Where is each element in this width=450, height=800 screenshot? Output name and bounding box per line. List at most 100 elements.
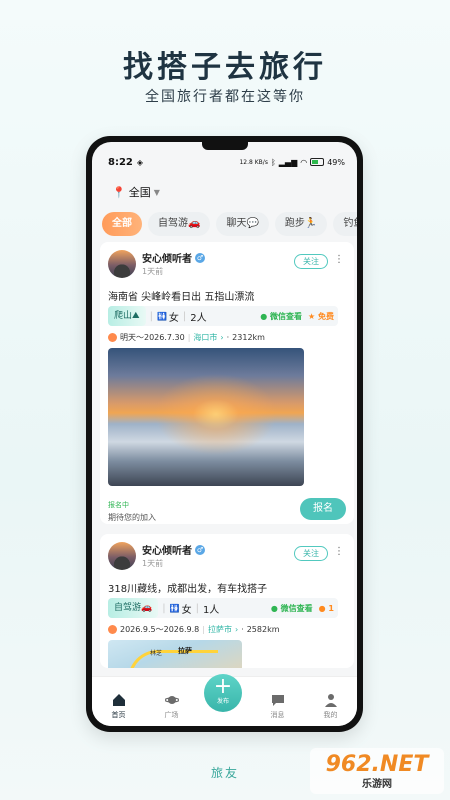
gender-requirement: 女: [181, 604, 192, 616]
post-info-bar: 自驾游🚗 | 🚻 女 | 1人 ● 微信查看 ● 1: [108, 598, 338, 618]
fee-badge: ● 1: [318, 603, 334, 613]
male-icon: ♂: [195, 252, 205, 263]
user-icon: [324, 694, 337, 707]
battery-percent: 49%: [327, 157, 345, 167]
location-label: 全国: [128, 186, 151, 199]
clock-icon: [108, 625, 117, 634]
post-photo[interactable]: [108, 348, 304, 486]
avatar[interactable]: [108, 542, 136, 570]
enroll-status: 报名中: [108, 501, 129, 509]
location-selector[interactable]: 📍 全国 ▼: [112, 184, 160, 200]
publish-button[interactable]: + 发布: [204, 674, 242, 712]
more-options-icon[interactable]: ⋮: [334, 254, 344, 265]
nav-profile[interactable]: 我的: [311, 693, 351, 720]
promo-subtitle: 全国旅行者都在这等你: [145, 89, 305, 105]
male-icon: ♂: [195, 544, 205, 555]
date-range: 2026.9.5～2026.9.8: [120, 625, 200, 634]
post-description: 海南省 尖峰岭看日出 五指山漂流: [108, 292, 255, 303]
status-time: 8:22: [108, 156, 133, 168]
tab-all[interactable]: 全部: [102, 212, 142, 236]
publish-label: 发布: [216, 698, 229, 705]
wechat-contact[interactable]: ● 微信查看: [260, 311, 302, 322]
wifi-icon: ◠: [300, 157, 308, 167]
bluetooth-icon: ᛒ: [270, 157, 276, 167]
tab-chat[interactable]: 聊天💬: [216, 212, 269, 236]
location-pin-icon: 📍: [112, 185, 126, 199]
camera-notch: [202, 142, 248, 150]
post-description: 318川藏线，成都出发，有车找搭子: [108, 584, 268, 595]
battery-icon: [310, 158, 325, 166]
watermark-main: 962.NET: [325, 752, 429, 777]
post-time: 1天前: [142, 267, 164, 276]
post-time: 1天前: [142, 559, 164, 568]
post-card[interactable]: 安心倾听者 ♂ 1天前 关注 ⋮ 海南省 尖峰岭看日出 五指山漂流 爬山⛰ | …: [100, 242, 354, 524]
map-label-main: 拉萨: [178, 647, 192, 655]
distance: 2582km: [246, 625, 280, 634]
follow-button[interactable]: 关注: [294, 254, 328, 269]
route-line: [128, 650, 218, 668]
nav-home[interactable]: 首页: [99, 693, 139, 720]
destination-city[interactable]: 拉萨市: [208, 624, 232, 635]
destination-city[interactable]: 海口市: [193, 332, 217, 343]
nav-square[interactable]: 广场: [152, 693, 192, 720]
avatar[interactable]: [108, 250, 136, 278]
status-bar: 8:22 ◈ 12.8 KB/s ᛒ ▂▄▆ ◠ 49%: [92, 154, 357, 170]
tab-fishing[interactable]: 钓鱼: [333, 212, 357, 236]
follow-button[interactable]: 关注: [294, 546, 328, 561]
watermark-sub: 乐游网: [362, 779, 392, 790]
post-author: 安心倾听者 ♂: [142, 542, 205, 557]
notification-icon: ◈: [136, 157, 144, 167]
fee-label: 免费: [318, 311, 334, 321]
date-range: 明天～2026.7.30: [120, 333, 185, 342]
enroll-button[interactable]: 报名: [300, 498, 346, 520]
gender-requirement: 女: [168, 312, 179, 324]
tab-road-trip[interactable]: 自驾游🚗: [148, 212, 211, 236]
divider: |: [162, 602, 166, 614]
divider: |: [195, 602, 199, 614]
planet-icon: [164, 696, 179, 704]
wechat-label: 微信查看: [280, 603, 313, 613]
nav-label: 首页: [111, 711, 126, 719]
divider: |: [149, 310, 153, 322]
wechat-contact[interactable]: ● 微信查看: [271, 603, 313, 614]
nav-messages[interactable]: 消息: [258, 693, 298, 720]
tab-running[interactable]: 跑步🏃: [274, 212, 328, 236]
home-icon: [112, 694, 125, 706]
divider: |: [187, 333, 191, 342]
chevron-down-icon: ▼: [153, 187, 160, 197]
map-label-side: 林芝: [150, 650, 163, 657]
people-count: 1人: [202, 604, 220, 616]
chat-bubble-icon: [271, 695, 284, 706]
route-map-image[interactable]: 林芝 拉萨: [108, 640, 242, 668]
distance: 2312km: [232, 333, 265, 342]
chevron-right-icon: ›: [234, 625, 239, 634]
fee-badge: ★ 免费: [308, 311, 334, 321]
divider: |: [182, 310, 187, 322]
app-screen: 8:22 ◈ 12.8 KB/s ᛒ ▂▄▆ ◠ 49% 📍 全国 ▼ 全部 自…: [92, 142, 357, 726]
category-tabs: 全部 自驾游🚗 聊天💬 跑步🏃 钓鱼: [102, 212, 357, 236]
promo-title: 找搭子去旅行: [123, 50, 327, 85]
category-chip: 爬山⛰: [108, 306, 146, 326]
dot-separator: ·: [226, 333, 230, 342]
signal-icon: ▂▄▆: [278, 157, 298, 167]
dot-separator: ·: [241, 625, 244, 634]
username: 安心倾听者: [142, 546, 192, 557]
nav-label: 我的: [323, 711, 338, 719]
fee-label: 1: [328, 603, 334, 613]
enroll-hint: 期待您的加入: [108, 513, 156, 522]
username: 安心倾听者: [142, 254, 192, 265]
post-card[interactable]: 安心倾听者 ♂ 1天前 关注 ⋮ 318川藏线，成都出发，有车找搭子 自驾游🚗 …: [100, 534, 354, 668]
trip-dates: 2026.9.5～2026.9.8 | 拉萨市 › · 2582km: [108, 624, 280, 635]
divider: |: [202, 625, 205, 634]
nav-label: 广场: [164, 711, 179, 719]
net-speed: 12.8 KB/s: [239, 158, 268, 166]
nav-label: 消息: [270, 711, 285, 719]
wechat-label: 微信查看: [270, 311, 303, 321]
post-info-bar: 爬山⛰ | 🚻 女 | 2人 ● 微信查看 ★ 免费: [108, 306, 338, 326]
person-icon: 🚻: [156, 311, 167, 321]
trip-dates: 明天～2026.7.30 | 海口市 › · 2312km: [108, 332, 265, 343]
category-chip: 自驾游🚗: [108, 598, 159, 618]
person-icon: 🚻: [169, 603, 180, 613]
people-count: 2人: [190, 312, 207, 324]
more-options-icon[interactable]: ⋮: [334, 546, 344, 557]
